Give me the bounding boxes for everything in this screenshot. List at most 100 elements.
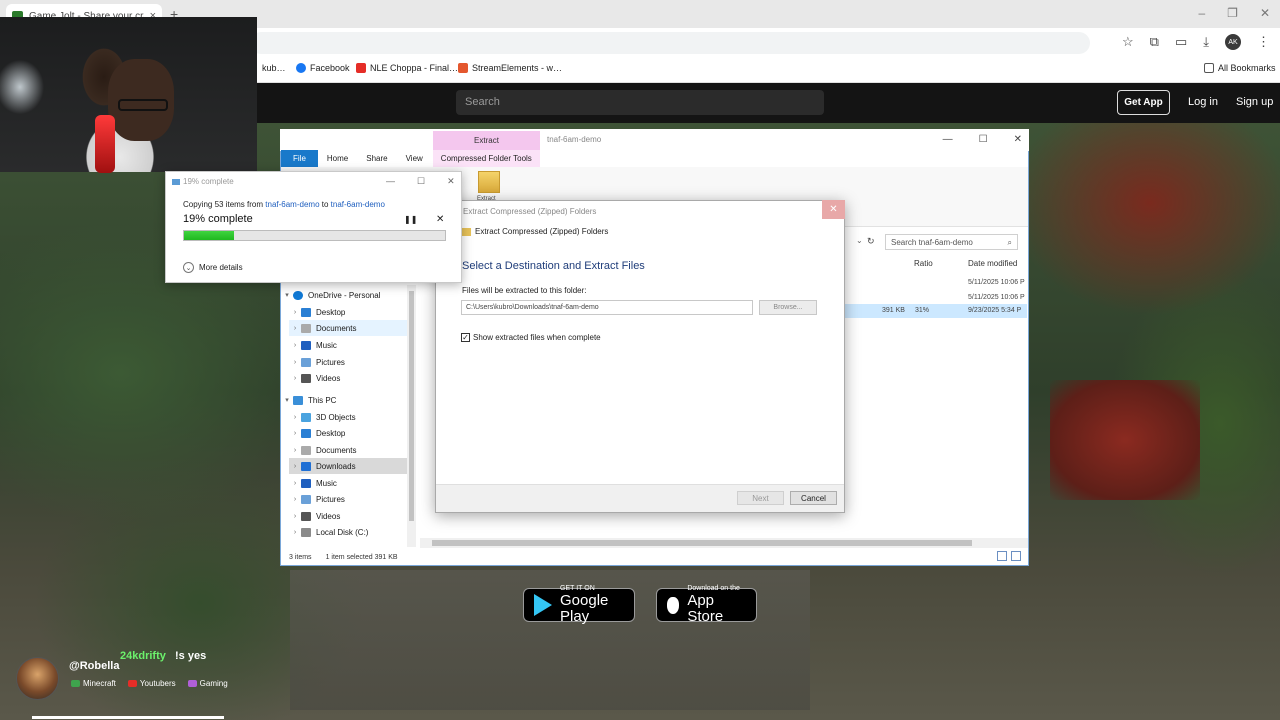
cast-icon[interactable]: ▭ [1175, 34, 1187, 50]
tab-compressed-folder-tools[interactable]: Compressed Folder Tools [432, 150, 541, 167]
progress-percent: 19% complete [183, 213, 253, 225]
next-button[interactable]: Next [737, 491, 784, 505]
bookmark-streamelements[interactable]: StreamElements - w… [458, 63, 562, 73]
collapsed-chevron-icon[interactable]: › [289, 342, 301, 349]
extensions-icon[interactable]: ⧉ [1150, 34, 1159, 50]
bookmark-youtube[interactable]: NLE Choppa - Final… [356, 63, 458, 73]
cancel-copy-icon[interactable]: ✕ [436, 214, 444, 225]
horizontal-scrollbar[interactable] [420, 538, 1028, 548]
minimize-icon[interactable]: — [943, 134, 953, 145]
profile-avatar[interactable]: AK [1225, 34, 1241, 50]
app-store-badge[interactable]: Download on the App Store [656, 585, 757, 625]
close-icon[interactable]: ✕ [1014, 134, 1022, 145]
minimize-icon[interactable]: – [1198, 6, 1205, 20]
nav-documents[interactable]: › Documents [289, 442, 407, 458]
bookmark-item[interactable]: kub… [262, 63, 286, 73]
pause-icon[interactable]: ❚❚ [404, 215, 417, 224]
nav-desktop[interactable]: › Desktop [289, 425, 407, 441]
column-date-modified[interactable]: Date modified [968, 259, 1017, 268]
collapsed-chevron-icon[interactable]: › [289, 325, 301, 332]
nav-pictures[interactable]: › Pictures [289, 354, 407, 370]
all-bookmarks-label: All Bookmarks [1218, 63, 1276, 73]
collapsed-chevron-icon[interactable]: › [289, 414, 301, 421]
row-date: 5/11/2025 10:06 P [968, 294, 1025, 301]
copying-description: Copying 53 items from tnaf-6am-demo to t… [183, 200, 385, 209]
tag-label: Minecraft [83, 679, 116, 688]
restore-icon[interactable]: ❐ [1227, 6, 1238, 20]
google-play-badge[interactable]: GET IT ON Google Play [523, 585, 635, 625]
source-link[interactable]: tnaf-6am-demo [265, 200, 319, 209]
nav-music[interactable]: › Music [289, 337, 407, 353]
maximize-icon[interactable]: ☐ [979, 134, 988, 145]
nav-label: Local Disk (C:) [316, 527, 369, 537]
collapsed-chevron-icon[interactable]: › [289, 375, 301, 382]
nav-downloads[interactable]: › Downloads [289, 458, 407, 474]
collapsed-chevron-icon[interactable]: › [289, 480, 301, 487]
cancel-button[interactable]: Cancel [790, 491, 837, 505]
nav-onedrive[interactable]: ▾ OneDrive - Personal [281, 287, 407, 303]
selected-file-row[interactable]: 391 KB 31% 9/23/2025 5:34 P [845, 304, 1027, 318]
tab-home[interactable]: Home [318, 150, 357, 167]
tab-share[interactable]: Share [357, 150, 396, 167]
nav-this-pc[interactable]: ▾ This PC [281, 392, 407, 408]
collapsed-chevron-icon[interactable]: › [289, 447, 301, 454]
tab-view[interactable]: View [397, 150, 432, 167]
get-app-button[interactable]: Get App [1117, 90, 1170, 115]
login-link[interactable]: Log in [1188, 96, 1218, 108]
music-icon [301, 478, 311, 488]
collapsed-chevron-icon[interactable]: › [289, 529, 301, 536]
address-dropdown-icon[interactable]: ⌄ [856, 236, 863, 245]
large-icons-view-icon[interactable] [1011, 551, 1021, 561]
signup-link[interactable]: Sign up [1236, 96, 1273, 108]
explorer-search-input[interactable]: Search tnaf-6am-demo ⌕ [885, 234, 1018, 250]
nav-desktop[interactable]: › Desktop [289, 304, 407, 320]
checkbox-checked-icon[interactable]: ✓ [461, 333, 470, 342]
maximize-icon[interactable]: ☐ [417, 176, 425, 187]
refresh-icon[interactable]: ↻ [867, 236, 875, 247]
collapsed-chevron-icon[interactable]: › [289, 430, 301, 437]
minimize-icon[interactable]: — [386, 176, 395, 187]
expanded-chevron-icon[interactable]: ▾ [281, 291, 293, 299]
nav-scrollbar[interactable] [407, 285, 416, 547]
all-bookmarks[interactable]: All Bookmarks [1204, 63, 1276, 73]
tag-label: Gaming [199, 679, 228, 688]
scroll-thumb[interactable] [432, 540, 972, 546]
menu-kebab-icon[interactable]: ⋮ [1257, 34, 1270, 50]
dialog-close-button[interactable]: ✕ [822, 200, 845, 219]
collapsed-chevron-icon[interactable]: › [289, 496, 301, 503]
collapsed-chevron-icon[interactable]: › [289, 463, 301, 470]
bookmark-star-icon[interactable]: ☆ [1122, 34, 1134, 50]
close-icon[interactable]: ✕ [447, 176, 455, 187]
show-files-checkbox[interactable]: ✓ Show extracted files when complete [461, 333, 601, 342]
nav-music[interactable]: › Music [289, 475, 407, 491]
destination-path-input[interactable]: C:\Users\kubro\Downloads\tnaf-6am-demo [461, 300, 753, 315]
more-details-toggle[interactable]: ⌄ More details [183, 262, 243, 273]
nav-documents[interactable]: › Documents [289, 320, 407, 336]
scroll-thumb[interactable] [409, 291, 414, 521]
details-view-icon[interactable] [997, 551, 1007, 561]
extract-all-icon[interactable] [478, 171, 500, 193]
destination-link[interactable]: tnaf-6am-demo [331, 200, 385, 209]
nav-label: Documents [316, 323, 357, 333]
download-icon[interactable]: ⤓ [1203, 34, 1209, 50]
close-window-icon[interactable]: ✕ [1260, 6, 1270, 20]
collapsed-chevron-icon[interactable]: › [289, 513, 301, 520]
column-ratio[interactable]: Ratio [914, 259, 933, 268]
chat-message: !s yes [175, 650, 207, 662]
collapsed-chevron-icon[interactable]: › [289, 359, 301, 366]
nav-label: Videos [316, 373, 341, 383]
browse-button[interactable]: Browse... [759, 300, 817, 315]
nav-local-disk[interactable]: › Local Disk (C:) [289, 524, 407, 540]
extract-context-tab[interactable]: Extract [433, 131, 540, 150]
nav-videos[interactable]: › Videos [289, 508, 407, 524]
bookmark-label: NLE Choppa - Final… [370, 63, 459, 73]
expanded-chevron-icon[interactable]: ▾ [281, 396, 293, 404]
collapsed-chevron-icon[interactable]: › [289, 309, 301, 316]
bookmark-facebook[interactable]: Facebook [296, 63, 350, 73]
tab-file[interactable]: File [281, 150, 318, 167]
nav-pictures[interactable]: › Pictures [289, 491, 407, 507]
nav-videos[interactable]: › Videos [289, 370, 407, 386]
nav-3d-objects[interactable]: › 3D Objects [289, 409, 407, 425]
site-search-input[interactable]: Search [456, 90, 824, 115]
address-bar[interactable] [250, 32, 1090, 54]
